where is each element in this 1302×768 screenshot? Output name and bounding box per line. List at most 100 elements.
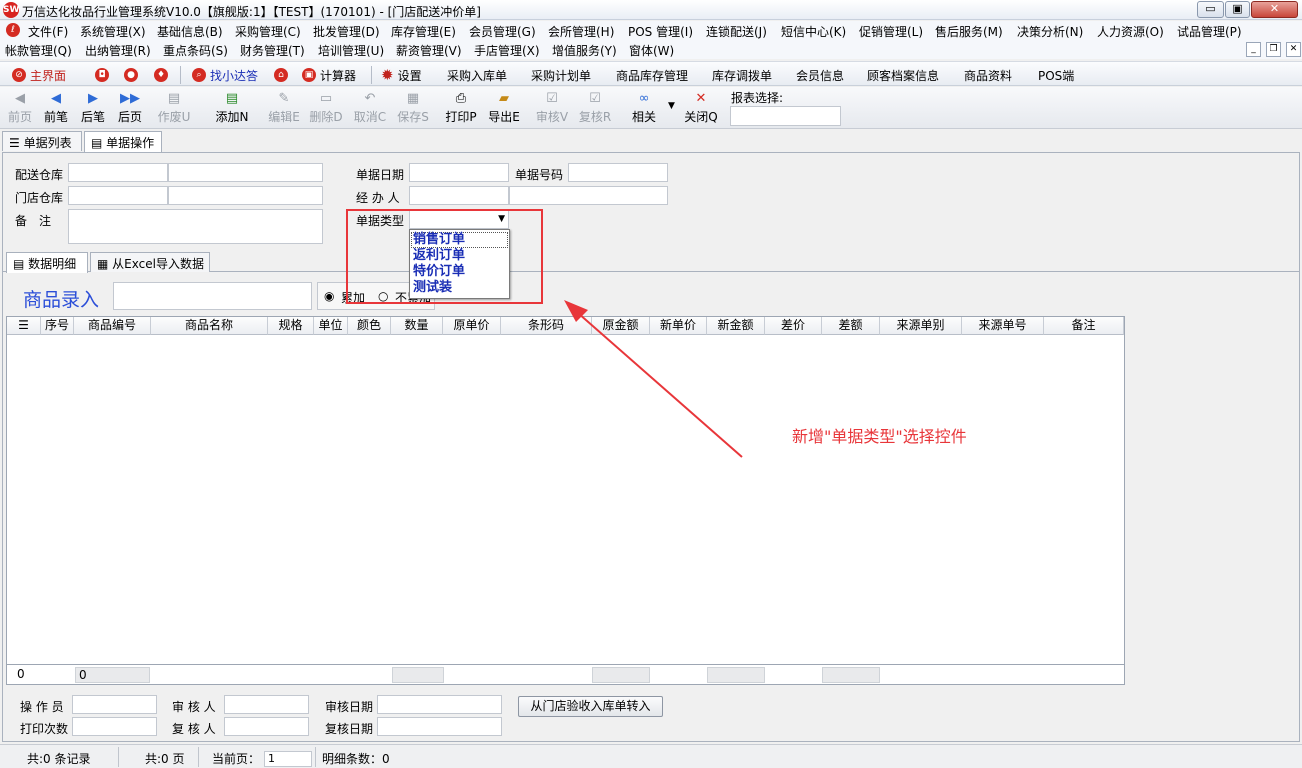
warehouse-name-input[interactable] bbox=[168, 163, 323, 182]
menu-hr[interactable]: 人力资源(O) bbox=[1097, 23, 1164, 40]
store-warehouse-code-input[interactable] bbox=[68, 186, 168, 205]
shield-icon[interactable]: ♦ bbox=[154, 68, 168, 82]
column-header[interactable]: 差价 bbox=[765, 317, 822, 335]
column-header[interactable]: 原单价 bbox=[443, 317, 501, 335]
void-button[interactable]: ▤ 作废U bbox=[156, 90, 192, 128]
first-page-button[interactable]: ◀ 前页 bbox=[2, 90, 38, 128]
home-button[interactable]: ⊘ 主界面 bbox=[12, 66, 66, 84]
menu-accounts[interactable]: 帐款管理(Q) bbox=[5, 42, 72, 59]
cancel-button[interactable]: ↶ 取消C bbox=[352, 90, 388, 128]
menu-wholesale[interactable]: 批发管理(D) bbox=[313, 23, 380, 40]
related-button[interactable]: ∞ 相关 bbox=[626, 90, 662, 128]
export-button[interactable]: ▰ 导出E bbox=[486, 90, 522, 128]
delete-button[interactable]: ▭ 删除D bbox=[308, 90, 344, 128]
menu-value-added[interactable]: 增值服务(Y) bbox=[552, 42, 617, 59]
report-select-input[interactable] bbox=[730, 106, 841, 126]
menu-system[interactable]: 系统管理(X) bbox=[80, 23, 146, 40]
column-header[interactable]: 颜色 bbox=[348, 317, 391, 335]
reaudit-date-input[interactable] bbox=[377, 717, 502, 736]
column-header[interactable]: 数量 bbox=[391, 317, 443, 335]
reauditor-input[interactable] bbox=[224, 717, 309, 736]
settings-button[interactable]: ✹ 设置 bbox=[381, 66, 422, 84]
menu-finance[interactable]: 财务管理(T) bbox=[240, 42, 305, 59]
menu-basic-info[interactable]: 基础信息(B) bbox=[157, 23, 223, 40]
next-record-button[interactable]: ▶ 后笔 bbox=[75, 90, 111, 128]
mdi-restore-button[interactable]: ❐ bbox=[1266, 42, 1281, 57]
quick-link-transfer[interactable]: 库存调拨单 bbox=[712, 66, 772, 84]
mdi-close-button[interactable]: ✕ bbox=[1286, 42, 1301, 57]
column-header[interactable]: 来源单别 bbox=[880, 317, 962, 335]
menu-chain[interactable]: 连锁配送(J) bbox=[706, 23, 767, 40]
prev-record-button[interactable]: ◀ 前笔 bbox=[38, 90, 74, 128]
column-header[interactable]: 商品名称 bbox=[151, 317, 268, 335]
auditor-input[interactable] bbox=[224, 695, 309, 714]
menu-aftersales[interactable]: 售后服务(M) bbox=[935, 23, 1003, 40]
audit-button[interactable]: ☑ 审核V bbox=[534, 90, 570, 128]
reaudit-button[interactable]: ☑ 复核R bbox=[577, 90, 613, 128]
close-doc-button[interactable]: ✕ 关闭Q bbox=[683, 90, 719, 128]
calculator-button[interactable]: ▣ 计算器 bbox=[302, 66, 356, 84]
current-page-input[interactable]: 1 bbox=[264, 751, 312, 767]
transfer-from-store-button[interactable]: 从门店验收入库单转入 bbox=[518, 696, 663, 717]
menu-barcode[interactable]: 重点条码(S) bbox=[163, 42, 228, 59]
tab-data-detail[interactable]: ▤ 数据明细 bbox=[6, 252, 88, 273]
store-warehouse-name-input[interactable] bbox=[168, 186, 323, 205]
house-icon[interactable]: ⌂ bbox=[274, 68, 288, 82]
minimize-button[interactable]: ▭ bbox=[1197, 1, 1224, 18]
last-page-button[interactable]: ▶▶ 后页 bbox=[112, 90, 148, 128]
column-header[interactable]: 差额 bbox=[822, 317, 880, 335]
warehouse-code-input[interactable] bbox=[68, 163, 168, 182]
maximize-button[interactable]: ▣ bbox=[1225, 1, 1250, 18]
mdi-minimize-button[interactable]: _ bbox=[1246, 42, 1261, 57]
quick-link-member-info[interactable]: 会员信息 bbox=[796, 66, 844, 84]
doc-date-input[interactable] bbox=[409, 163, 509, 182]
add-button[interactable]: ▤ 添加N bbox=[214, 90, 250, 128]
accumulate-radio[interactable]: ◉ bbox=[324, 289, 334, 303]
menu-salary[interactable]: 薪资管理(V) bbox=[396, 42, 462, 59]
edit-button[interactable]: ✎ 编辑E bbox=[266, 90, 302, 128]
find-help-button[interactable]: ⌕ 找小达答 bbox=[192, 66, 258, 84]
save-button[interactable]: ▦ 保存S bbox=[395, 90, 431, 128]
column-header[interactable]: 规格 bbox=[268, 317, 314, 335]
column-header[interactable]: 备注 bbox=[1044, 317, 1124, 335]
print-button[interactable]: ⎙ 打印P bbox=[443, 90, 479, 128]
column-header[interactable]: 来源单号 bbox=[962, 317, 1044, 335]
menu-trial[interactable]: 试品管理(P) bbox=[1177, 23, 1242, 40]
menu-store[interactable]: 手店管理(X) bbox=[474, 42, 540, 59]
audit-date-input[interactable] bbox=[377, 695, 502, 714]
column-header[interactable]: 序号 bbox=[41, 317, 74, 335]
column-header[interactable]: 商品编号 bbox=[74, 317, 151, 335]
quick-link-purchase-in[interactable]: 采购入库单 bbox=[447, 66, 507, 84]
tab-doc-list[interactable]: ☰ 单据列表 bbox=[2, 131, 82, 151]
menu-purchase[interactable]: 采购管理(C) bbox=[235, 23, 301, 40]
quick-link-product[interactable]: 商品资料 bbox=[964, 66, 1012, 84]
handler-name-input[interactable] bbox=[509, 186, 668, 205]
menu-window[interactable]: 窗体(W) bbox=[629, 42, 674, 59]
handler-code-input[interactable] bbox=[409, 186, 509, 205]
menu-training[interactable]: 培训管理(U) bbox=[318, 42, 384, 59]
menu-file[interactable]: 文件(F) bbox=[28, 23, 68, 40]
product-entry-input[interactable] bbox=[113, 282, 312, 310]
menu-member[interactable]: 会员管理(G) bbox=[469, 23, 536, 40]
quick-link-purchase-plan[interactable]: 采购计划单 bbox=[531, 66, 591, 84]
menu-cashier[interactable]: 出纳管理(R) bbox=[85, 42, 151, 59]
quick-link-stock-manage[interactable]: 商品库存管理 bbox=[616, 66, 688, 84]
tab-doc-operate[interactable]: ▤ 单据操作 bbox=[84, 131, 162, 152]
menu-club[interactable]: 会所管理(H) bbox=[548, 23, 614, 40]
menu-decision[interactable]: 决策分析(N) bbox=[1017, 23, 1083, 40]
quick-link-pos[interactable]: POS端 bbox=[1038, 66, 1074, 84]
tab-excel-import[interactable]: ▦ 从Excel导入数据 bbox=[90, 252, 210, 272]
lock-icon[interactable]: ◘ bbox=[95, 68, 109, 82]
menu-promotion[interactable]: 促销管理(L) bbox=[859, 23, 923, 40]
chat-icon[interactable]: ● bbox=[124, 68, 138, 82]
column-header[interactable]: 单位 bbox=[314, 317, 348, 335]
remark-textarea[interactable] bbox=[68, 209, 323, 244]
close-button[interactable]: ✕ bbox=[1251, 1, 1298, 18]
print-count-input[interactable] bbox=[72, 717, 157, 736]
menu-inventory[interactable]: 库存管理(E) bbox=[391, 23, 456, 40]
menu-sms[interactable]: 短信中心(K) bbox=[781, 23, 846, 40]
menu-pos[interactable]: POS 管理(I) bbox=[628, 23, 693, 40]
related-dropdown-icon[interactable]: ▼ bbox=[668, 101, 675, 111]
quick-link-customer-file[interactable]: 顾客档案信息 bbox=[867, 66, 939, 84]
operator-input[interactable] bbox=[72, 695, 157, 714]
